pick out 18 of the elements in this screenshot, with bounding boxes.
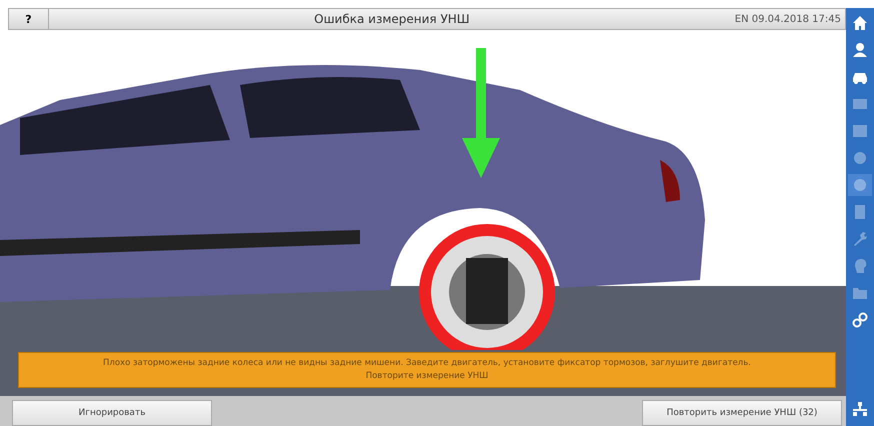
- window-title: Ошибка измерения УНШ: [313, 12, 471, 26]
- ignore-button[interactable]: Игнорировать: [12, 400, 212, 426]
- disc-icon: [852, 150, 868, 166]
- folder-icon: [852, 285, 868, 301]
- language-date-time: EN 09.04.2018 17:45: [734, 14, 842, 24]
- picture-icon: [852, 123, 868, 139]
- card-icon: [852, 96, 868, 112]
- disc-icon: [852, 177, 868, 193]
- person-icon: [852, 42, 868, 58]
- warning-message: Плохо заторможены задние колеса или не видны задние мишени. Заведите двигатель, установите фиксатор тормозов, заглушите двигатель. Повторите измерение УНШ: [102, 357, 752, 383]
- wrench-icon: [852, 231, 868, 247]
- help-button[interactable]: ?: [9, 9, 49, 29]
- head-icon: [852, 258, 868, 274]
- network-icon: [852, 401, 868, 417]
- home-icon: [852, 15, 868, 31]
- document-icon: [852, 204, 868, 220]
- repeat-button[interactable]: Повторить измерение УНШ (32): [642, 400, 842, 426]
- gears-icon: [852, 312, 868, 328]
